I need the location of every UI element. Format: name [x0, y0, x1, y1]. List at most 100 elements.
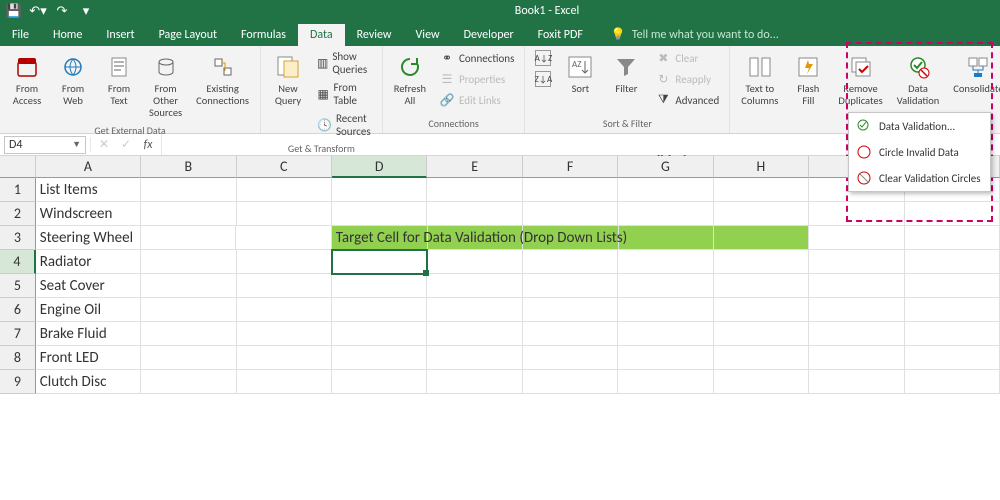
cell-H1[interactable] [714, 178, 809, 202]
row-header-1[interactable]: 1 [0, 178, 36, 202]
cell-E7[interactable] [427, 322, 522, 346]
cell-I8[interactable] [809, 346, 904, 370]
save-icon[interactable]: 💾 [6, 3, 22, 19]
column-header-A[interactable]: A [36, 156, 141, 178]
from-web-button[interactable]: From Web [52, 48, 94, 110]
cell-A3[interactable]: Steering Wheel [36, 226, 141, 250]
cell-H2[interactable] [714, 202, 809, 226]
from-text-button[interactable]: From Text [98, 48, 140, 110]
cell-C3[interactable] [236, 226, 331, 250]
menu-item-data-validation[interactable]: Data Validation... [849, 113, 990, 139]
sort-asc-button[interactable]: A↓Z [531, 48, 555, 68]
row-header-9[interactable]: 9 [0, 370, 36, 394]
cell-C7[interactable] [237, 322, 332, 346]
cell-D6[interactable] [332, 298, 427, 322]
cell-A9[interactable]: Clutch Disc [36, 370, 141, 394]
cell-G2[interactable] [618, 202, 713, 226]
cell-C2[interactable] [237, 202, 332, 226]
undo-icon[interactable]: ↶▾ [30, 3, 46, 19]
cell-H8[interactable] [714, 346, 809, 370]
cell-E2[interactable] [427, 202, 522, 226]
cell-E6[interactable] [427, 298, 522, 322]
cell-B5[interactable] [141, 274, 236, 298]
row-header-8[interactable]: 8 [0, 346, 36, 370]
row-header-6[interactable]: 6 [0, 298, 36, 322]
cell-H9[interactable] [714, 370, 809, 394]
column-header-E[interactable]: E [427, 156, 522, 178]
cell-C4[interactable] [237, 250, 332, 274]
cell-B3[interactable] [141, 226, 236, 250]
cell-F1[interactable] [523, 178, 618, 202]
cell-J3[interactable] [905, 226, 1000, 250]
qat-customize-icon[interactable]: ▾ [78, 3, 94, 19]
cell-A6[interactable]: Engine Oil [36, 298, 141, 322]
tab-page-layout[interactable]: Page Layout [147, 24, 229, 46]
redo-icon[interactable]: ↷ [54, 3, 70, 19]
from-other-sources-button[interactable]: From Other Sources [144, 48, 187, 122]
from-table-button[interactable]: ▦From Table [313, 79, 376, 109]
cell-H3[interactable] [714, 226, 809, 250]
cell-G3[interactable] [619, 226, 714, 250]
consolidate-button[interactable]: Consolidate [948, 48, 1000, 98]
column-header-H[interactable]: H [714, 156, 809, 178]
cell-I6[interactable] [809, 298, 904, 322]
show-queries-button[interactable]: ▥Show Queries [313, 48, 376, 78]
tab-foxit[interactable]: Foxit PDF [526, 24, 595, 46]
row-header-5[interactable]: 5 [0, 274, 36, 298]
cell-C6[interactable] [237, 298, 332, 322]
cell-E9[interactable] [427, 370, 522, 394]
cell-G6[interactable] [618, 298, 713, 322]
fill-handle[interactable] [423, 270, 429, 276]
cell-C1[interactable] [237, 178, 332, 202]
cell-J5[interactable] [905, 274, 1000, 298]
row-header-3[interactable]: 3 [0, 226, 36, 250]
cell-C9[interactable] [237, 370, 332, 394]
cell-B7[interactable] [141, 322, 236, 346]
cell-D4[interactable] [332, 250, 427, 274]
cell-D2[interactable] [332, 202, 427, 226]
cell-J9[interactable] [905, 370, 1000, 394]
advanced-button[interactable]: ⧩Advanced [651, 90, 723, 110]
cell-B9[interactable] [141, 370, 236, 394]
filter-button[interactable]: Filter [605, 48, 647, 98]
cell-F7[interactable] [523, 322, 618, 346]
tab-insert[interactable]: Insert [94, 24, 146, 46]
row-header-7[interactable]: 7 [0, 322, 36, 346]
cell-B6[interactable] [141, 298, 236, 322]
cell-A4[interactable]: Radiator [36, 250, 141, 274]
new-query-button[interactable]: New Query [267, 48, 309, 110]
tab-view[interactable]: View [404, 24, 452, 46]
tab-home[interactable]: Home [41, 24, 94, 46]
cell-B2[interactable] [141, 202, 236, 226]
cell-G1[interactable] [618, 178, 713, 202]
menu-item-clear-circles[interactable]: Clear Validation Circles [849, 165, 990, 191]
cell-D7[interactable] [332, 322, 427, 346]
cell-I5[interactable] [809, 274, 904, 298]
cell-C8[interactable] [237, 346, 332, 370]
cell-E8[interactable] [427, 346, 522, 370]
cell-F8[interactable] [523, 346, 618, 370]
tell-me-search[interactable]: 💡 Tell me what you want to do... [607, 23, 783, 46]
cell-E1[interactable] [427, 178, 522, 202]
cell-J6[interactable] [905, 298, 1000, 322]
cell-G7[interactable] [618, 322, 713, 346]
cell-D3[interactable]: Target Cell for Data Validation (Drop Do… [332, 226, 428, 250]
chevron-down-icon[interactable]: ▼ [72, 139, 81, 150]
column-header-B[interactable]: B [141, 156, 236, 178]
properties-button[interactable]: ☰Properties [435, 69, 518, 89]
remove-duplicates-button[interactable]: Remove Duplicates [833, 48, 887, 110]
select-all-corner[interactable] [0, 156, 36, 178]
clear-button[interactable]: ✖Clear [651, 48, 723, 68]
cell-F2[interactable] [523, 202, 618, 226]
cell-E5[interactable] [427, 274, 522, 298]
sort-button[interactable]: AZ Sort [559, 48, 601, 98]
column-header-G[interactable]: G [618, 156, 713, 178]
cell-J7[interactable] [905, 322, 1000, 346]
row-header-2[interactable]: 2 [0, 202, 36, 226]
sort-desc-button[interactable]: Z↓A [531, 69, 555, 89]
cell-J4[interactable] [905, 250, 1000, 274]
cell-I4[interactable] [809, 250, 904, 274]
cell-B8[interactable] [141, 346, 236, 370]
column-header-C[interactable]: C [237, 156, 332, 178]
cell-A7[interactable]: Brake Fluid [36, 322, 141, 346]
